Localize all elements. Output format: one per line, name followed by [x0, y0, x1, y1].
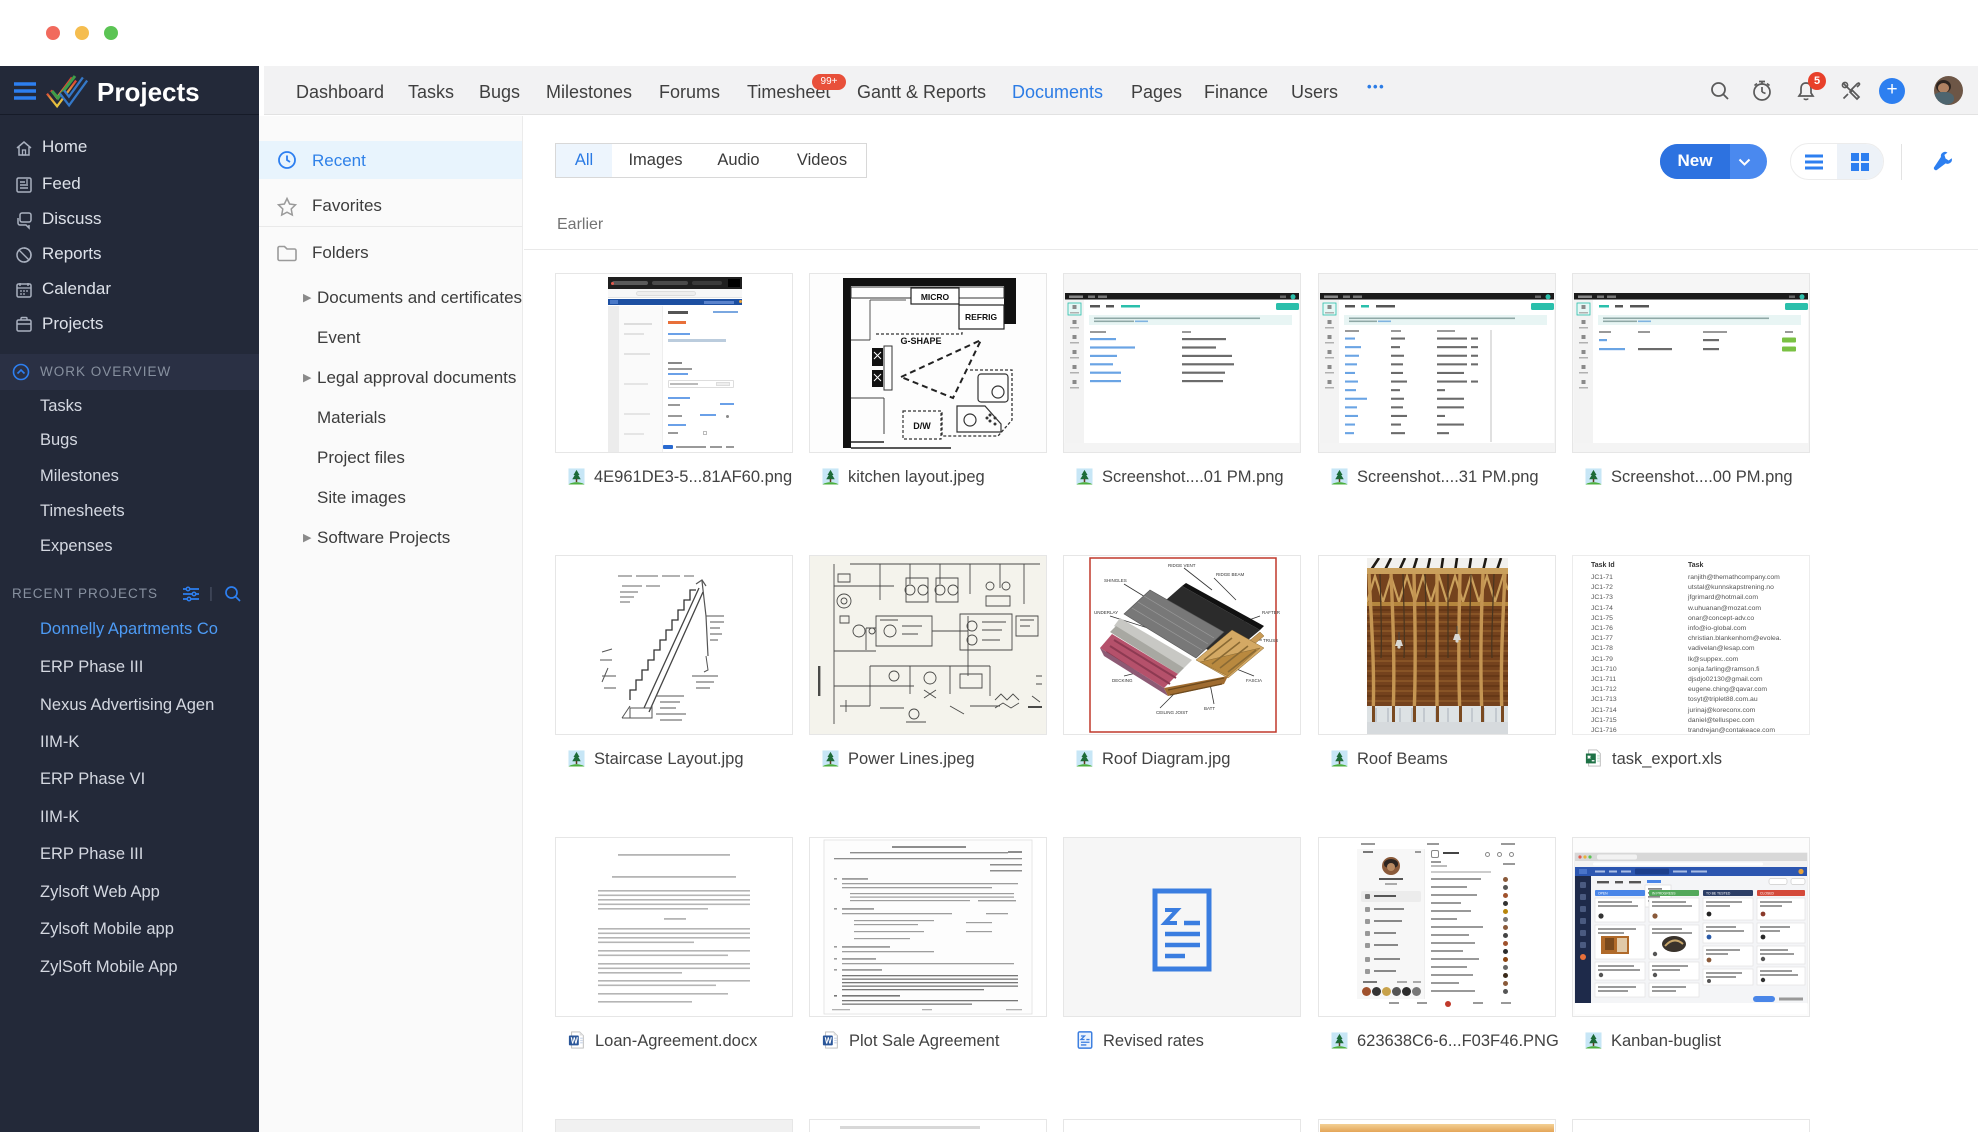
- svg-text:CLOSED: CLOSED: [1760, 891, 1774, 895]
- svg-text:IN PROGRESS: IN PROGRESS: [1652, 891, 1676, 895]
- svg-text:MICRO: MICRO: [921, 292, 950, 302]
- svg-text:OPEN: OPEN: [1598, 891, 1608, 895]
- svg-text:DECKING: DECKING: [1112, 678, 1133, 683]
- svg-text:CEILING JOIST: CEILING JOIST: [1156, 710, 1188, 715]
- svg-text:D/W: D/W: [913, 421, 931, 431]
- svg-text:G-SHAPE: G-SHAPE: [900, 336, 941, 346]
- svg-text:BATT: BATT: [1204, 706, 1215, 711]
- svg-text:TO BE TESTED: TO BE TESTED: [1706, 891, 1731, 895]
- svg-text:RAFTER: RAFTER: [1262, 610, 1281, 615]
- svg-text:TRUSS: TRUSS: [1263, 638, 1278, 643]
- svg-text:UNDERLAY: UNDERLAY: [1094, 610, 1118, 615]
- svg-text:FASCIA: FASCIA: [1246, 678, 1262, 683]
- svg-text:SHINGLES: SHINGLES: [1104, 578, 1127, 583]
- svg-text:REFRIG: REFRIG: [965, 312, 998, 322]
- svg-text:RIDGE VENT: RIDGE VENT: [1168, 563, 1196, 568]
- svg-text:RIDGE BEAM: RIDGE BEAM: [1216, 572, 1245, 577]
